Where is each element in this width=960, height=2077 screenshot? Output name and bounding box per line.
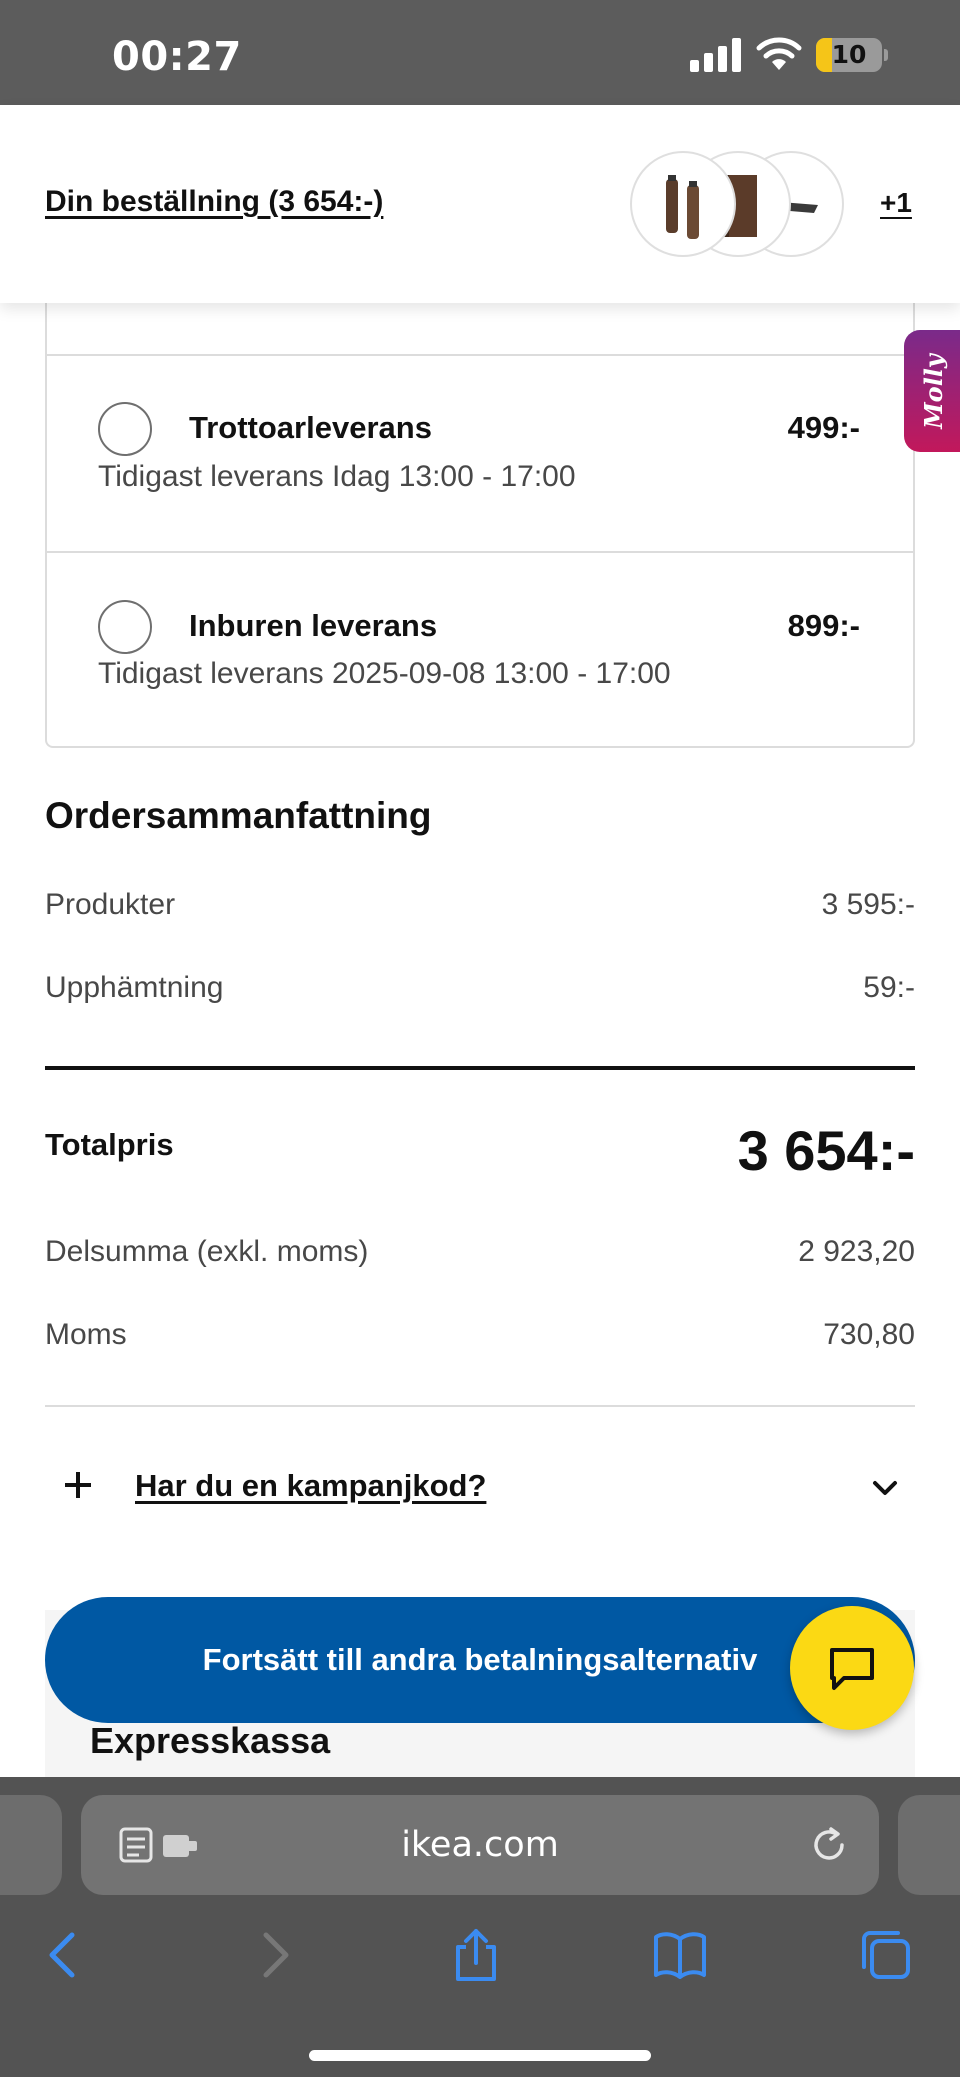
delivery-option-subtitle: Tidigast leverans 2025-09-08 13:00 - 17:…	[98, 657, 671, 690]
delivery-option-title: Trottoarleverans	[189, 410, 432, 445]
signal-icon	[690, 38, 741, 72]
molly-assistant-tab[interactable]: Molly	[904, 330, 960, 452]
continue-button-label: Fortsätt till andra betalningsalternativ	[202, 1642, 758, 1677]
status-bar: 00:27 10	[0, 0, 960, 105]
express-checkout-title: Expresskassa	[90, 1720, 331, 1761]
wifi-icon	[756, 37, 802, 70]
total-price-value: 3 654:-	[737, 1119, 915, 1182]
summary-divider	[45, 1066, 915, 1070]
total-price-label: Totalpris	[45, 1127, 174, 1162]
delivery-radio-carry-in[interactable]	[98, 600, 152, 654]
product-thumbnail-legs[interactable]	[630, 151, 736, 257]
delivery-option-title: Inburen leverans	[189, 608, 438, 643]
url-text: ikea.com	[401, 1825, 559, 1865]
chat-button[interactable]	[790, 1606, 914, 1730]
home-indicator	[309, 2050, 651, 2061]
address-bar[interactable]: ikea.com	[81, 1795, 879, 1895]
bookmarks-icon[interactable]	[652, 1927, 708, 1983]
summary-row-label: Produkter	[45, 888, 176, 921]
delivery-option-price: 899:-	[787, 608, 860, 643]
order-summary-title: Ordersammanfattning	[45, 795, 432, 836]
promo-code-toggle[interactable]: Har du en kampanjkod?	[45, 1452, 915, 1524]
delivery-radio-sidewalk[interactable]	[98, 402, 152, 456]
order-total-link[interactable]: Din beställning (3 654:-)	[45, 185, 383, 219]
browser-toolbar: ikea.com	[0, 1777, 960, 2077]
tax-row-label: Delsumma (exkl. moms)	[45, 1235, 369, 1268]
previous-tab-preview[interactable]	[0, 1795, 62, 1895]
battery-level: 10	[831, 40, 867, 69]
divider	[45, 551, 915, 553]
summary-row-value: 59:-	[863, 971, 915, 1004]
more-products-link[interactable]: +1	[880, 187, 912, 219]
reload-icon[interactable]	[809, 1825, 849, 1865]
delivery-option-price: 499:-	[787, 410, 860, 445]
tax-row-value: 730,80	[823, 1318, 915, 1351]
tabs-icon[interactable]	[858, 1927, 914, 1983]
tax-row-value: 2 923,20	[798, 1235, 915, 1268]
status-time: 00:27	[112, 34, 242, 80]
chevron-down-icon[interactable]	[867, 1470, 903, 1506]
plus-icon	[65, 1472, 91, 1498]
chat-icon	[830, 1648, 874, 1690]
back-icon[interactable]	[36, 1927, 92, 1983]
divider	[45, 354, 915, 356]
summary-row-value: 3 595:-	[821, 888, 915, 921]
order-summary-header: Din beställning (3 654:-) +1	[0, 105, 960, 303]
divider	[45, 1405, 915, 1407]
delivery-option-subtitle: Tidigast leverans Idag 13:00 - 17:00	[98, 460, 576, 493]
forward-icon[interactable]	[246, 1927, 302, 1983]
battery-icon: 10	[816, 38, 888, 72]
summary-row-label: Upphämtning	[45, 971, 224, 1004]
molly-label: Molly	[918, 353, 948, 429]
promo-code-link[interactable]: Har du en kampanjkod?	[135, 1468, 486, 1504]
share-icon[interactable]	[448, 1927, 504, 1983]
tax-row-label: Moms	[45, 1318, 127, 1351]
next-tab-preview[interactable]	[898, 1795, 960, 1895]
continue-to-payment-button[interactable]: Fortsätt till andra betalningsalternativ	[45, 1597, 915, 1723]
